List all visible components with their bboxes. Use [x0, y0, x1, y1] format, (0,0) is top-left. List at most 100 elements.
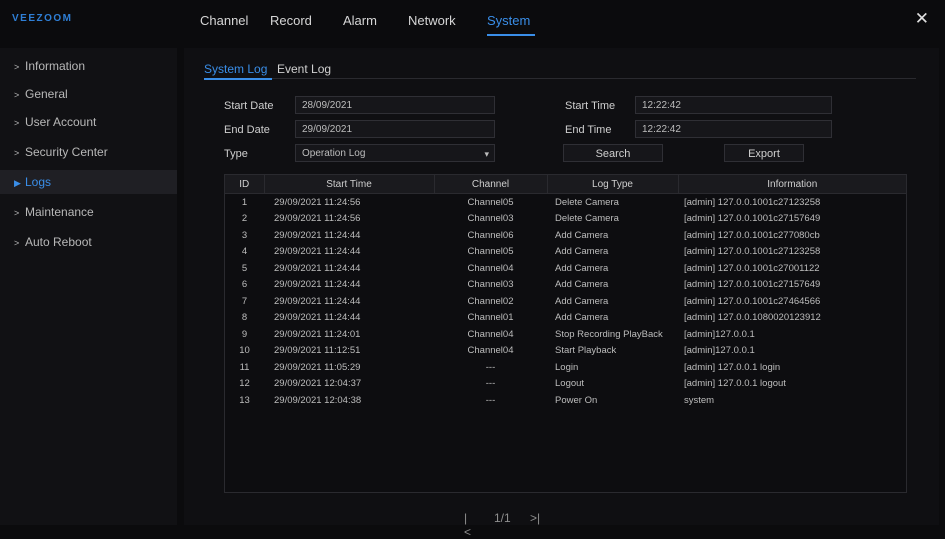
table-row[interactable]: 12 29/09/2021 12:04:37 --- Logout [admin] 12…	[225, 376, 906, 393]
cell-log-type: Logout	[555, 378, 585, 390]
cell-channel: Channel03	[467, 279, 514, 291]
column-header-log-type[interactable]: Log Type	[547, 175, 679, 194]
table-row[interactable]: 1 29/09/2021 11:24:56 Channel05 Delete Came…	[225, 194, 906, 211]
cell-channel: Channel03	[467, 213, 514, 225]
cell-start-time: 29/09/2021 11:24:56	[274, 196, 361, 208]
cell-log-type: Power On	[555, 394, 598, 406]
caret-right-icon: >	[14, 90, 20, 100]
table-row[interactable]: 10 29/09/2021 11:12:51 Channel04 Start Play…	[225, 343, 906, 360]
sidebar-item-information[interactable]: > Information	[0, 54, 177, 78]
column-header-channel[interactable]: Channel	[434, 175, 548, 194]
cell-start-time: 29/09/2021 11:24:44	[274, 229, 361, 241]
search-button[interactable]: Search	[563, 144, 663, 162]
table-row[interactable]: 4 29/09/2021 11:24:44 Channel05 Add Camera […	[225, 244, 906, 261]
sidebar-item-label: Logs	[25, 175, 52, 189]
cell-id: 8	[241, 312, 248, 324]
close-icon[interactable]: ✕	[915, 9, 929, 29]
column-header-id[interactable]: ID	[225, 175, 265, 194]
cell-log-type: Add Camera	[555, 279, 609, 291]
first-page-icon[interactable]: |<	[464, 511, 471, 539]
end-time-field[interactable]: 12:22:42	[635, 120, 832, 138]
start-time-field[interactable]: 12:22:42	[635, 96, 832, 114]
sidebar-item-general[interactable]: > General	[0, 82, 177, 106]
cell-information: [admin]127.0.0.1	[684, 345, 755, 357]
export-button[interactable]: Export	[724, 144, 804, 162]
table-row[interactable]: 6 29/09/2021 11:24:44 Channel03 Add Camera […	[225, 277, 906, 294]
cell-information: [admin] 127.0.0.1001c27464566	[684, 295, 821, 307]
cell-log-type: Start Playback	[555, 345, 617, 357]
cell-log-type: Stop Recording PlayBack	[555, 328, 663, 340]
cell-id: 1	[241, 196, 248, 208]
caret-right-icon: >	[14, 62, 20, 72]
cell-id: 9	[241, 328, 248, 340]
cell-start-time: 29/09/2021 11:05:29	[274, 361, 361, 373]
sidebar-item-user-account[interactable]: > User Account	[0, 110, 177, 134]
cell-id: 11	[239, 361, 250, 373]
cell-id: 3	[241, 229, 248, 241]
cell-channel: Channel05	[467, 196, 514, 208]
cell-information: [admin] 127.0.0.1 login	[684, 361, 781, 373]
top-bar: VEEZOOM Channel Record Alarm Network Sys…	[0, 0, 945, 42]
cell-id: 5	[241, 262, 248, 274]
cell-channel: Channel06	[467, 229, 514, 241]
end-date-field[interactable]: 29/09/2021	[295, 120, 495, 138]
table-row[interactable]: 13 29/09/2021 12:04:38 --- Power On system	[225, 392, 906, 409]
sidebar-item-auto-reboot[interactable]: > Auto Reboot	[0, 230, 177, 254]
cell-log-type: Add Camera	[555, 246, 609, 258]
cell-information: [admin] 127.0.0.1001c27157649	[684, 213, 821, 225]
triangle-right-icon: ▶	[14, 178, 21, 188]
log-type-select[interactable]: Operation Log ▾	[295, 144, 495, 162]
sidebar: > Information > General > User Account > Sec…	[0, 48, 177, 525]
cell-information: [admin] 127.0.0.1001c277080cb	[684, 229, 820, 241]
table-row[interactable]: 3 29/09/2021 11:24:44 Channel06 Add Camera […	[225, 227, 906, 244]
tab-event-log[interactable]: Event Log	[277, 62, 331, 76]
table-row[interactable]: 5 29/09/2021 11:24:44 Channel04 Add Camera […	[225, 260, 906, 277]
cell-log-type: Delete Camera	[555, 196, 619, 208]
subtab-divider	[204, 78, 916, 79]
table-row[interactable]: 7 29/09/2021 11:24:44 Channel02 Add Camera […	[225, 293, 906, 310]
cell-channel: Channel01	[467, 312, 514, 324]
start-date-field[interactable]: 28/09/2021	[295, 96, 495, 114]
sidebar-item-label: Auto Reboot	[25, 235, 92, 249]
sidebar-item-logs[interactable]: ▶ Logs	[0, 170, 177, 194]
column-header-start-time[interactable]: Start Time	[264, 175, 435, 194]
cell-log-type: Add Camera	[555, 295, 609, 307]
log-table: ID Start Time Channel Log Type Informati…	[224, 174, 907, 493]
cell-information: [admin] 127.0.0.1001c27123258	[684, 196, 821, 208]
cell-channel: Channel02	[467, 295, 514, 307]
cell-information: [admin] 127.0.0.1080020123912	[684, 312, 821, 324]
table-row[interactable]: 8 29/09/2021 11:24:44 Channel01 Add Camera […	[225, 310, 906, 327]
type-label: Type	[224, 148, 248, 160]
tab-system[interactable]: System	[487, 13, 530, 28]
cell-id: 7	[241, 295, 248, 307]
log-type-value: Operation Log	[302, 148, 366, 159]
cell-start-time: 29/09/2021 11:24:56	[274, 213, 361, 225]
column-header-information[interactable]: Information	[678, 175, 906, 194]
active-tab-indicator	[487, 34, 535, 36]
cell-id: 12	[239, 378, 250, 390]
cell-information: [admin] 127.0.0.1 logout	[684, 378, 786, 390]
table-row[interactable]: 9 29/09/2021 11:24:01 Channel04 Stop Record…	[225, 326, 906, 343]
sidebar-item-label: Information	[25, 59, 86, 73]
tab-channel[interactable]: Channel	[200, 13, 248, 28]
cell-information: [admin] 127.0.0.1001c27123258	[684, 246, 821, 258]
tab-network[interactable]: Network	[408, 13, 456, 28]
tab-record[interactable]: Record	[270, 13, 312, 28]
last-page-icon[interactable]: >|	[530, 511, 540, 525]
table-row[interactable]: 2 29/09/2021 11:24:56 Channel03 Delete Came…	[225, 211, 906, 228]
page-indicator: 1/1	[494, 511, 511, 525]
tab-system-log[interactable]: System Log	[204, 62, 267, 76]
sidebar-item-security-center[interactable]: > Security Center	[0, 140, 177, 164]
sidebar-item-maintenance[interactable]: > Maintenance	[0, 200, 177, 224]
cell-information: [admin] 127.0.0.1001c27001122	[684, 262, 820, 274]
cell-log-type: Add Camera	[555, 312, 609, 324]
table-row[interactable]: 11 29/09/2021 11:05:29 --- Login [admin] 127…	[225, 359, 906, 376]
brand-logo: VEEZOOM	[12, 13, 73, 24]
cell-start-time: 29/09/2021 11:12:51	[274, 345, 361, 357]
cell-channel: ---	[485, 361, 496, 373]
cell-start-time: 29/09/2021 12:04:38	[274, 394, 362, 406]
tab-alarm[interactable]: Alarm	[343, 13, 377, 28]
end-time-label: End Time	[565, 124, 612, 136]
cell-information: [admin] 127.0.0.1001c27157649	[684, 279, 821, 291]
cell-channel: ---	[485, 378, 496, 390]
